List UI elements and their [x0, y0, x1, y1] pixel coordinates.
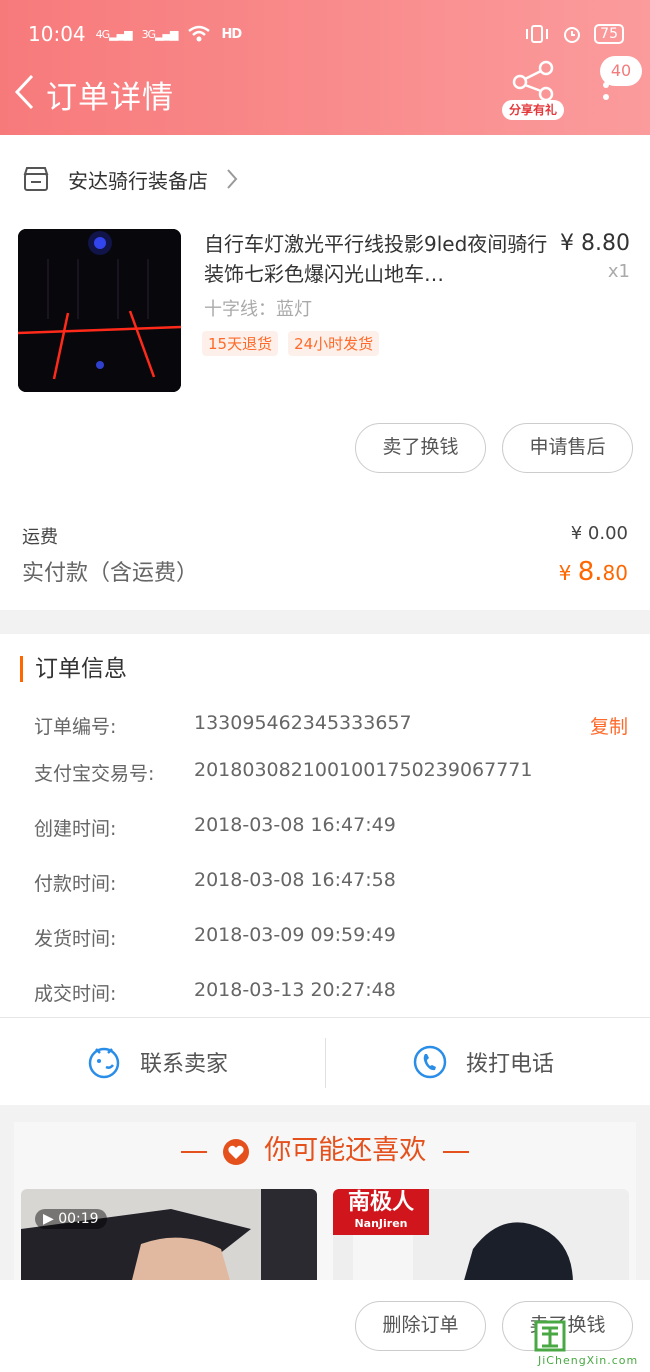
video-duration-badge: ▶ 00:19: [35, 1209, 107, 1229]
delete-order-button[interactable]: 删除订单: [355, 1301, 486, 1351]
vibrate-icon: [526, 25, 549, 43]
laser-light-photo: [18, 229, 181, 392]
shipping-value: ¥ 0.00: [570, 523, 628, 544]
apply-after-sale-button[interactable]: 申请售后: [502, 423, 633, 473]
page-title: 订单详情: [46, 80, 174, 116]
store-icon: [23, 167, 49, 191]
wifi-icon: [188, 25, 211, 42]
total-row: 实付款（含运费） ¥ 8.80: [22, 555, 628, 587]
hd-indicator: HD: [221, 26, 242, 42]
total-amount: ¥ 8.80: [558, 557, 628, 587]
battery-indicator: 75: [594, 24, 624, 44]
order-info-card: 订单信息 订单编号: 133095462345333657 复制 支付宝交易号:…: [0, 634, 650, 1017]
tag-shipping: 24小时发货: [288, 331, 380, 356]
recommend-item-video[interactable]: ▶ 00:19: [21, 1189, 317, 1284]
shop-row[interactable]: 安达骑行装备店: [22, 163, 238, 195]
service-tags: 15天退货 24小时发货: [202, 331, 380, 356]
product-image[interactable]: [18, 229, 181, 392]
order-info-title: 订单信息: [20, 656, 127, 682]
contact-seller-label: 联系卖家: [140, 1052, 229, 1077]
watermark-text: JiChengXin.com: [538, 1354, 639, 1367]
chat-smile-icon: [88, 1047, 120, 1079]
status-time: 10:04: [28, 22, 86, 46]
network-4g-indicator: 4G▂▄▆: [95, 27, 133, 41]
shipping-fee-row: 运费 ¥ 0.00: [22, 523, 628, 549]
contact-actions: 联系卖家 拨打电话: [0, 1017, 650, 1105]
product-spec: 十字线：蓝灯: [204, 299, 312, 320]
recommendations: 你可能还喜欢 ▶ 00:19 南极人 NanJiren: [14, 1122, 636, 1284]
recommend-title: 你可能还喜欢: [14, 1128, 636, 1167]
sell-for-cash-button[interactable]: 卖了换钱: [355, 423, 486, 473]
copy-button[interactable]: 复制: [590, 712, 628, 739]
phone-icon: [413, 1045, 447, 1079]
back-icon[interactable]: [12, 72, 36, 112]
contact-seller-button[interactable]: 联系卖家: [86, 1018, 228, 1106]
nav-bar: 订单详情 分享有礼 40: [0, 56, 650, 126]
chevron-right-icon: [227, 169, 238, 189]
header: 10:04 4G▂▄▆ 3G▂▄▆ HD 75 订单详情 分享有礼 40: [0, 0, 650, 135]
order-item-card: 安达骑行装备店 自行车灯激光平行线投影9led夜间骑行装饰七彩色爆闪光山地车… …: [0, 135, 650, 610]
video-thumbnail: [21, 1189, 317, 1284]
product-title[interactable]: 自行车灯激光平行线投影9led夜间骑行装饰七彩色爆闪光山地车…: [204, 229, 554, 289]
share-icon: [512, 60, 554, 100]
more-menu-icon[interactable]: [600, 82, 612, 112]
share-button[interactable]: 分享有礼: [502, 60, 564, 122]
title-line-left: [181, 1150, 208, 1153]
call-phone-button[interactable]: 拨打电话: [412, 1018, 554, 1106]
heart-icon: [222, 1138, 249, 1165]
product-price: ¥ 8.80: [560, 231, 630, 256]
total-label: 实付款（含运费）: [22, 561, 199, 586]
site-logo-icon: [534, 1320, 566, 1352]
shipping-label: 运费: [22, 527, 58, 548]
share-label: 分享有礼: [502, 100, 564, 120]
status-bar: 10:04 4G▂▄▆ 3G▂▄▆ HD 75: [28, 20, 624, 48]
recommend-item-brand[interactable]: 南极人 NanJiren: [333, 1189, 629, 1284]
brand-logo: 南极人 NanJiren: [333, 1189, 429, 1235]
title-line-right: [442, 1150, 469, 1153]
tag-return: 15天退货: [202, 331, 279, 356]
divider: [325, 1038, 326, 1088]
network-3g-indicator: 3G▂▄▆: [141, 27, 179, 41]
shop-name: 安达骑行装备店: [68, 168, 208, 193]
call-phone-label: 拨打电话: [466, 1052, 555, 1077]
watermark-logo: JiChengXin.com: [532, 1320, 648, 1370]
alarm-icon: [564, 27, 581, 43]
product-quantity: x1: [607, 261, 630, 282]
